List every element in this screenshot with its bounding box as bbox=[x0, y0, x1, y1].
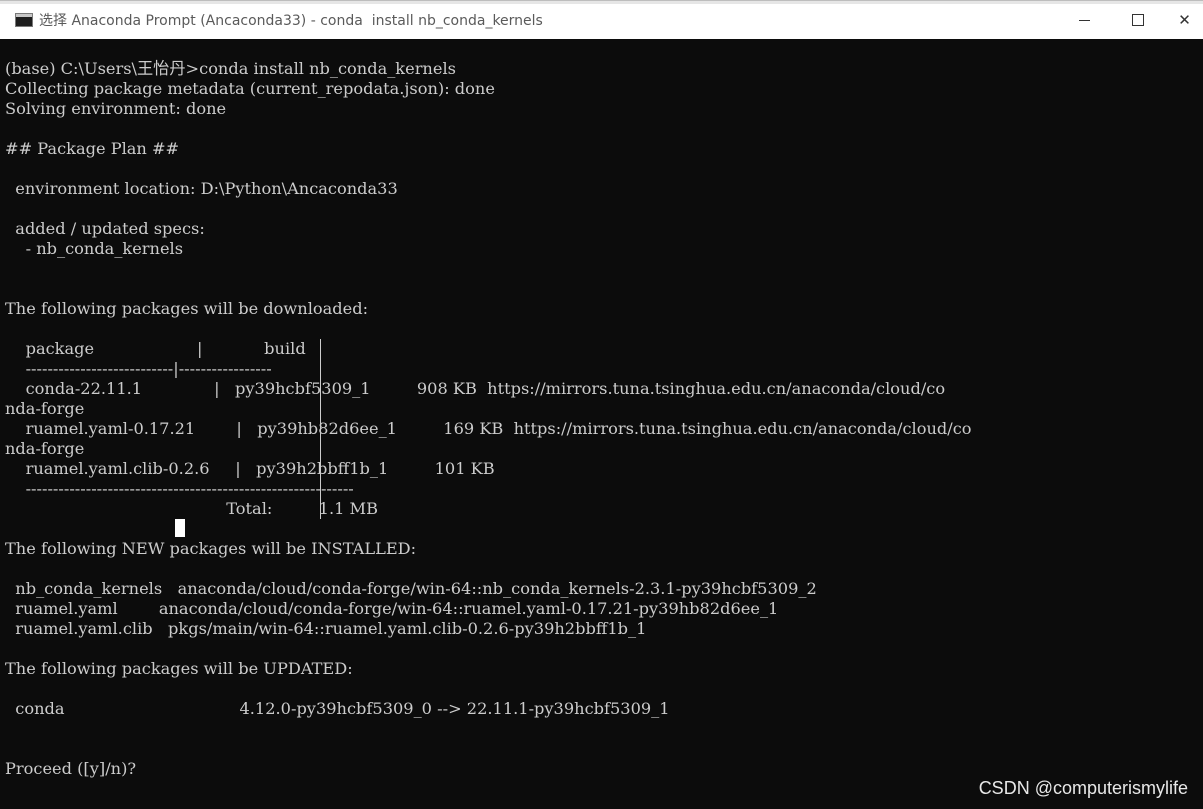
console-line: Proceed ([y]/n)? bbox=[5, 759, 137, 778]
console-line: package | build bbox=[5, 339, 306, 358]
console-line: nda-forge bbox=[5, 399, 85, 418]
console-line: conda 4.12.0-py39hcbf5309_0 --> 22.11.1-… bbox=[5, 699, 670, 718]
maximize-icon bbox=[1132, 14, 1144, 26]
title-bar[interactable]: 选择 Anaconda Prompt (Ancaconda33) - conda… bbox=[0, 0, 1203, 39]
window-title: 选择 Anaconda Prompt (Ancaconda33) - conda… bbox=[39, 13, 543, 29]
console-icon[interactable] bbox=[15, 13, 33, 27]
column-separator bbox=[320, 339, 321, 519]
maximize-button[interactable] bbox=[1114, 1, 1160, 39]
console-line: Total: 1.1 MB bbox=[5, 499, 378, 518]
console-line: environment location: D:\Python\Ancacond… bbox=[5, 179, 398, 198]
console-line: ----------------------------------------… bbox=[5, 479, 354, 498]
top-edge bbox=[0, 1, 1203, 4]
close-icon: ✕ bbox=[1178, 11, 1191, 29]
watermark: CSDN @computerismylife bbox=[978, 778, 1188, 798]
console-line: Collecting package metadata (current_rep… bbox=[5, 79, 495, 98]
console-line: ruamel.yaml.clib-0.2.6 | py39h2bbff1b_1 … bbox=[5, 459, 495, 478]
console-line: The following packages will be downloade… bbox=[5, 299, 369, 318]
console-line: The following NEW packages will be INSTA… bbox=[5, 539, 417, 558]
console-line: nda-forge bbox=[5, 439, 85, 458]
text-cursor bbox=[175, 519, 185, 537]
console-line: ruamel.yaml-0.17.21 | py39hb82d6ee_1 169… bbox=[5, 419, 972, 438]
console-line: added / updated specs: bbox=[5, 219, 205, 238]
console-line: (base) C:\Users\王怡丹>conda install nb_con… bbox=[5, 59, 456, 78]
console-line: The following packages will be UPDATED: bbox=[5, 659, 353, 678]
terminal-window: 选择 Anaconda Prompt (Ancaconda33) - conda… bbox=[0, 0, 1203, 809]
console-line: ruamel.yaml anaconda/cloud/conda-forge/w… bbox=[5, 599, 779, 618]
console-line: ## Package Plan ## bbox=[5, 139, 180, 158]
console-output[interactable]: (base) C:\Users\王怡丹>conda install nb_con… bbox=[0, 39, 1203, 809]
console-line: ---------------------------|------------… bbox=[5, 359, 272, 378]
console-line: - nb_conda_kernels bbox=[5, 239, 184, 258]
console-line: conda-22.11.1 | py39hcbf5309_1 908 KB ht… bbox=[5, 379, 946, 398]
console-line: ruamel.yaml.clib pkgs/main/win-64::ruame… bbox=[5, 619, 647, 638]
minimize-button[interactable] bbox=[1062, 1, 1108, 39]
close-button[interactable]: ✕ bbox=[1166, 1, 1203, 39]
minimize-icon bbox=[1079, 20, 1090, 21]
console-line: nb_conda_kernels anaconda/cloud/conda-fo… bbox=[5, 579, 817, 598]
console-line: Solving environment: done bbox=[5, 99, 227, 118]
